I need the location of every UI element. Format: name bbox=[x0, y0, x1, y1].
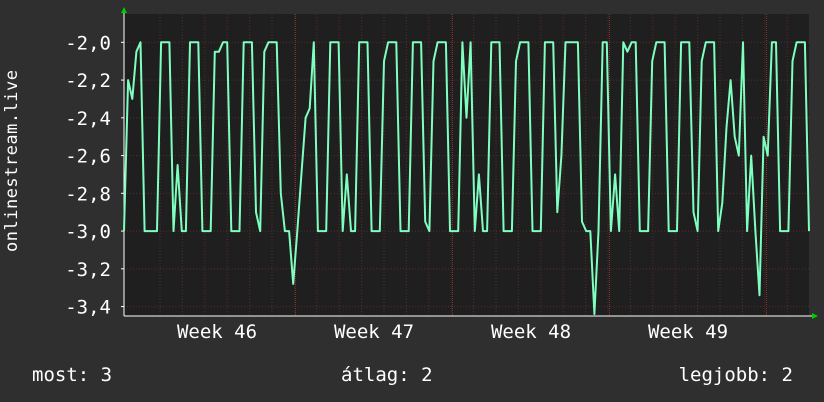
x-tick-label: Week 46 bbox=[177, 321, 257, 343]
y-tick-label: -3,4 bbox=[65, 297, 111, 319]
x-tick-label: Week 48 bbox=[491, 321, 571, 343]
x-tick-label: Week 47 bbox=[334, 321, 414, 343]
y-tick-label: -2,8 bbox=[65, 183, 111, 205]
y-axis-label: onlinestream.live bbox=[2, 69, 22, 253]
chart: -2,0 -2,2 -2,4 -2,6 -2,8 -3,0 -3,2 -3,4 Week 46 W… bbox=[65, 7, 818, 343]
x-axis-arrow bbox=[812, 313, 818, 319]
y-tick-label: -2,4 bbox=[65, 108, 111, 130]
y-tick-label: -3,0 bbox=[65, 221, 111, 243]
y-tick-label: -2,2 bbox=[65, 70, 111, 92]
y-tick-label: -2,0 bbox=[65, 32, 111, 54]
y-tick-label: -3,2 bbox=[65, 259, 111, 281]
y-axis-arrow bbox=[121, 7, 127, 13]
y-tick-label: -2,6 bbox=[65, 146, 111, 168]
stat-now: most: 3 bbox=[32, 364, 113, 386]
stat-average: átlag: 2 bbox=[341, 364, 433, 386]
x-tick-label: Week 49 bbox=[648, 321, 728, 343]
stat-best: legjobb: 2 bbox=[678, 364, 793, 386]
